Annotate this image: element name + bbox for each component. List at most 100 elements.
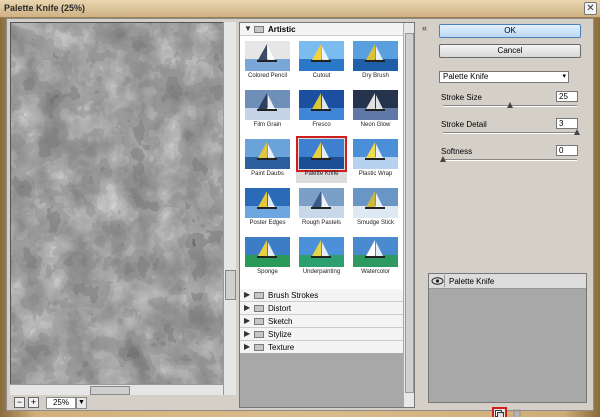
filter-thumbnail-image — [245, 188, 290, 218]
cancel-button[interactable]: Cancel — [439, 44, 581, 58]
category-label: Texture — [268, 343, 295, 352]
filter-thumbnail[interactable]: Colored Pencil — [242, 39, 293, 85]
effect-layers-panel: Palette Knife — [428, 273, 587, 403]
param-label: Stroke Size — [441, 93, 482, 102]
folder-icon — [254, 26, 264, 33]
param-slider-knob[interactable] — [574, 129, 580, 135]
param-label: Stroke Detail — [441, 120, 487, 129]
eye-icon[interactable] — [431, 275, 445, 287]
filter-thumbnail[interactable]: Neon Glow — [350, 88, 401, 134]
filter-select-value: Palette Knife — [443, 72, 489, 81]
category-header[interactable]: ▶ Stylize — [240, 328, 403, 341]
collapse-gallery-icon[interactable]: « — [422, 23, 427, 33]
param-slider-knob[interactable] — [440, 156, 446, 162]
param-value-field[interactable]: 25 — [556, 91, 578, 102]
filter-thumbnail-label: Neon Glow — [360, 122, 391, 128]
param-label: Softness — [441, 147, 473, 156]
filter-thumbnail-image — [299, 237, 344, 267]
param-control: Stroke Size 25 — [441, 91, 581, 115]
filter-thumbnail-image — [353, 188, 398, 218]
collapsed-arrow-icon: ▶ — [244, 342, 251, 351]
delete-effect-layer-button[interactable] — [512, 408, 522, 417]
preview-horizontal-scrollbar[interactable] — [10, 384, 223, 395]
filter-select[interactable]: Palette Knife ▾ — [439, 71, 569, 83]
filter-thumbnail-label: Poster Edges — [249, 220, 286, 226]
param-value-field[interactable]: 0 — [556, 145, 578, 156]
param-value-field[interactable]: 3 — [556, 118, 578, 129]
folder-icon — [254, 331, 264, 338]
filter-thumbnail[interactable]: Paint Daubs — [242, 137, 293, 183]
filter-thumbnail-label: Smudge Stick — [356, 220, 395, 226]
collapsed-arrow-icon: ▶ — [244, 290, 251, 299]
gallery-scroll-thumb[interactable] — [405, 33, 414, 393]
category-artistic[interactable]: ▼ Artistic — [240, 23, 403, 36]
collapsed-arrow-icon: ▶ — [244, 329, 251, 338]
param-slider-track[interactable] — [443, 132, 577, 134]
gallery-scrollbar[interactable] — [403, 23, 414, 407]
filter-thumbnail[interactable]: Sponge — [242, 235, 293, 281]
zoom-in-button[interactable]: + — [28, 397, 39, 408]
collapsed-arrow-icon: ▶ — [244, 303, 251, 312]
filter-thumbnail-label: Plastic Wrap — [358, 171, 393, 177]
trash-icon — [513, 409, 521, 417]
zoom-dropdown-button[interactable]: ▼ — [76, 397, 87, 409]
effect-layer-row[interactable]: Palette Knife — [429, 274, 586, 289]
category-label: Sketch — [268, 317, 293, 326]
filter-thumbnail[interactable]: Palette Knife — [296, 136, 347, 183]
filter-thumbnail-image — [245, 139, 290, 169]
folder-icon — [254, 292, 264, 299]
category-header[interactable]: ▶ Sketch — [240, 315, 403, 328]
filter-thumbnail-label: Dry Brush — [362, 73, 389, 79]
artistic-thumbnail-grid: Colored Pencil Cutout Dry Brush Film Grain F… — [240, 37, 403, 282]
filter-thumbnail[interactable]: Plastic Wrap — [350, 137, 401, 183]
filter-thumbnail-label: Cutout — [312, 73, 331, 79]
filter-thumbnail[interactable]: Watercolor — [350, 235, 401, 281]
chevron-down-icon: ▾ — [562, 73, 566, 80]
filter-thumbnail-image — [296, 136, 347, 172]
title-bar[interactable]: Palette Knife (25%) ✕ — [0, 0, 600, 18]
preview-horizontal-scroll-thumb[interactable] — [90, 386, 130, 395]
category-label: Artistic — [268, 25, 296, 34]
filter-gallery-list: ▼ Artistic Colored Pencil Cutout Dry Brush… — [239, 22, 415, 408]
filter-thumbnail[interactable]: Smudge Stick — [350, 186, 401, 232]
zoom-level-field[interactable]: 25% — [46, 397, 76, 409]
filter-thumbnail[interactable]: Dry Brush — [350, 39, 401, 85]
folder-icon — [254, 305, 264, 312]
param-control: Stroke Detail 3 — [441, 118, 581, 142]
category-header[interactable]: ▶ Brush Strokes — [240, 289, 403, 302]
filter-thumbnail-image — [353, 139, 398, 169]
filter-thumbnail[interactable]: Rough Pastels — [296, 186, 347, 232]
category-label: Distort — [268, 304, 292, 313]
close-button[interactable]: ✕ — [584, 2, 597, 15]
filter-thumbnail-image — [299, 188, 344, 218]
param-slider-knob[interactable] — [507, 102, 513, 108]
zoom-bar: − + 25% ▼ — [10, 396, 235, 410]
filter-thumbnail-label: Rough Pastels — [301, 220, 342, 226]
collapsed-arrow-icon: ▶ — [244, 316, 251, 325]
filter-thumbnail[interactable]: Fresco — [296, 88, 347, 134]
filter-thumbnail[interactable]: Cutout — [296, 39, 347, 85]
filter-thumbnail-label: Film Grain — [253, 122, 282, 128]
category-label: Stylize — [268, 330, 292, 339]
filter-thumbnail-label: Colored Pencil — [247, 73, 288, 79]
new-effect-layer-button[interactable] — [492, 407, 507, 417]
filter-thumbnail-image — [299, 41, 344, 71]
category-label: Brush Strokes — [268, 291, 319, 300]
filter-thumbnail-image — [245, 90, 290, 120]
ok-button[interactable]: OK — [439, 24, 581, 38]
folder-icon — [254, 344, 264, 351]
category-header[interactable]: ▶ Distort — [240, 302, 403, 315]
gallery-empty-area — [240, 353, 403, 407]
filter-thumbnail-label: Fresco — [312, 122, 331, 128]
filter-thumbnail[interactable]: Film Grain — [242, 88, 293, 134]
filter-thumbnail[interactable]: Poster Edges — [242, 186, 293, 232]
preview-canvas[interactable] — [10, 22, 235, 395]
filter-thumbnail-label: Watercolor — [361, 269, 390, 275]
param-slider-track[interactable] — [443, 159, 577, 161]
filter-thumbnail-label: Underpainting — [302, 269, 341, 275]
filter-thumbnail[interactable]: Underpainting — [296, 235, 347, 281]
zoom-out-button[interactable]: − — [14, 397, 25, 408]
preview-vertical-scrollbar[interactable] — [223, 22, 236, 395]
filter-thumbnail-image — [353, 237, 398, 267]
preview-vertical-scroll-thumb[interactable] — [225, 270, 236, 300]
